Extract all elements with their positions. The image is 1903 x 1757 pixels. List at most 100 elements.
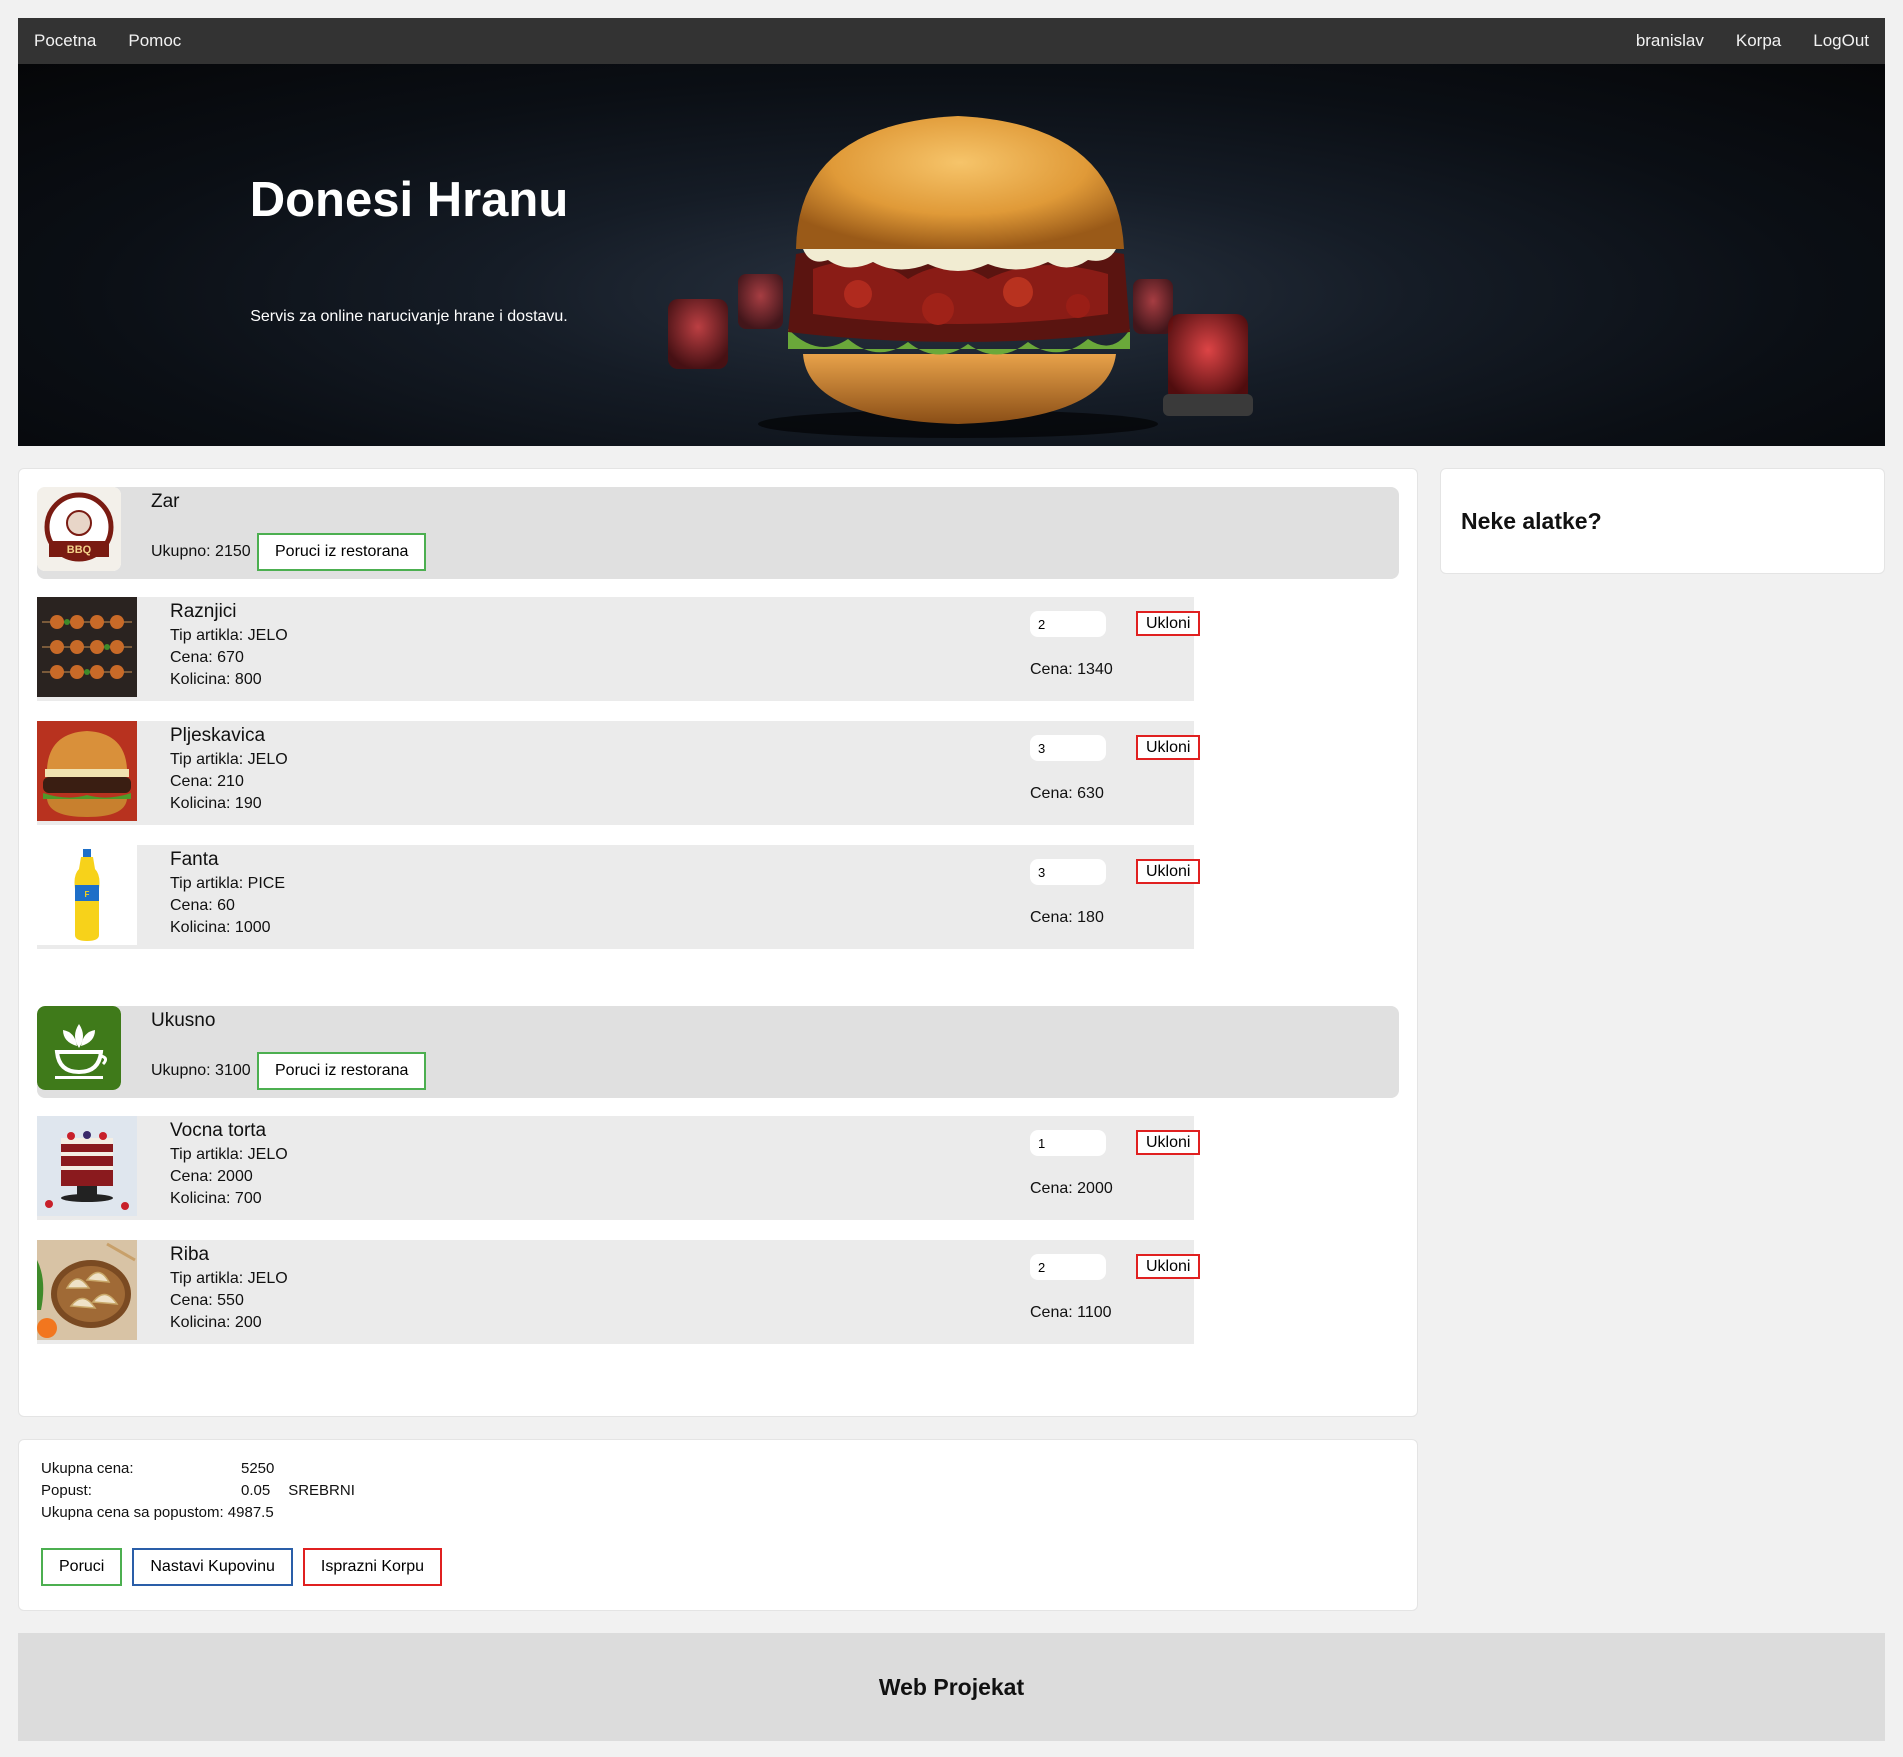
total-value: 3100: [215, 1062, 251, 1079]
price-value: 60: [217, 897, 235, 914]
quantity-input[interactable]: [1030, 611, 1106, 637]
amount-value: 700: [234, 1190, 262, 1207]
left-column: BBQ Zar Ukupno: 2150 Poruci iz restorana: [18, 468, 1418, 1611]
remove-item-button[interactable]: Ukloni: [1136, 611, 1201, 636]
green-cup-logo-icon: [37, 1006, 121, 1090]
tools-panel: Neke alatke?: [1440, 468, 1885, 574]
price-value: 670: [217, 649, 244, 666]
nav-link-korpa[interactable]: Korpa: [1720, 18, 1797, 64]
amount-label: Kolicina:: [170, 1314, 235, 1331]
discount-value: 0.05 SREBRNI: [241, 1482, 355, 1499]
discounted-total-label: Ukupna cena sa popustom:: [41, 1504, 224, 1521]
nav-link-pocetna[interactable]: Pocetna: [18, 18, 112, 64]
type-label: Tip artikla:: [170, 1146, 248, 1163]
tools-title: Neke alatke?: [1461, 507, 1602, 534]
continue-shopping-button[interactable]: Nastavi Kupovinu: [132, 1548, 293, 1586]
item-type: Tip artikla: JELO: [170, 751, 288, 769]
order-summary: Ukupna cena: 5250 Popust: 0.05 SREBRNI Uk…: [18, 1439, 1418, 1611]
item-type: Tip artikla: JELO: [170, 1146, 288, 1164]
price-label: Cena:: [170, 773, 218, 790]
restaurant-total: Ukupno: 3100: [151, 1062, 251, 1080]
fanta-bottle-photo: F: [37, 845, 137, 945]
type-value: JELO: [247, 1146, 288, 1163]
type-value: JELO: [247, 1270, 288, 1287]
item-type: Tip artikla: PICE: [170, 875, 285, 893]
item-name: Vocna torta: [170, 1120, 267, 1141]
restaurant-name: Ukusno: [151, 1010, 216, 1031]
amount-label: Kolicina:: [170, 919, 235, 936]
quantity-input[interactable]: [1030, 1254, 1106, 1280]
cake-photo: [37, 1116, 137, 1216]
restaurant-total: Ukupno: 2150: [151, 543, 251, 561]
item-name: Riba: [170, 1244, 210, 1265]
line-price-value: 630: [1077, 785, 1104, 802]
item-amount: Kolicina: 200: [170, 1314, 262, 1332]
empty-cart-button[interactable]: Isprazni Korpu: [302, 1548, 443, 1586]
amount-value: 200: [234, 1314, 262, 1331]
line-price-value: 180: [1077, 909, 1104, 926]
nav-right: branislav Korpa LogOut: [1620, 18, 1885, 64]
quantity-input[interactable]: [1030, 1130, 1106, 1156]
item-type: Tip artikla: JELO: [170, 1270, 288, 1288]
total-label: Ukupno:: [151, 1062, 216, 1079]
right-column: Neke alatke?: [1440, 468, 1885, 1611]
remove-item-button[interactable]: Ukloni: [1136, 859, 1201, 884]
line-price-label: Cena:: [1030, 1304, 1078, 1321]
amount-value: 800: [234, 671, 262, 688]
item-amount: Kolicina: 190: [170, 795, 262, 813]
item-type: Tip artikla: JELO: [170, 627, 288, 645]
total-label: Ukupno:: [151, 543, 216, 560]
dumplings-photo: [37, 1240, 137, 1340]
quantity-input[interactable]: [1030, 859, 1106, 885]
amount-label: Kolicina:: [170, 671, 235, 688]
type-label: Tip artikla:: [170, 627, 248, 644]
price-value: 2000: [217, 1168, 253, 1185]
restaurant-name: Zar: [151, 491, 180, 512]
price-label: Cena:: [170, 897, 218, 914]
item-amount: Kolicina: 800: [170, 671, 262, 689]
cart-item: Pljeskavica Tip artikla: JELO Cena: 210 …: [37, 721, 1201, 825]
item-name: Pljeskavica: [170, 725, 266, 746]
hero-banner: Donesi Hranu Servis za online narucivanj…: [18, 64, 1885, 446]
page: Pocetna Pomoc branislav Korpa LogOut Don…: [18, 18, 1885, 1741]
type-label: Tip artikla:: [170, 1270, 248, 1287]
top-navbar: Pocetna Pomoc branislav Korpa LogOut: [18, 18, 1885, 64]
item-price: Cena: 210: [170, 773, 244, 791]
price-label: Cena:: [170, 1168, 218, 1185]
nav-link-user[interactable]: branislav: [1620, 18, 1720, 64]
cart-item: Riba Tip artikla: JELO Cena: 550 Kolicin…: [37, 1240, 1201, 1344]
discounted-total: Ukupna cena sa popustom: 4987.5: [41, 1504, 274, 1521]
svg-text:BBQ: BBQ: [67, 544, 92, 556]
nav-link-pomoc[interactable]: Pomoc: [112, 18, 197, 64]
item-amount: Kolicina: 1000: [170, 919, 271, 937]
item-price: Cena: 670: [170, 649, 244, 667]
burger-photo: [37, 721, 137, 821]
remove-item-button[interactable]: Ukloni: [1136, 1254, 1201, 1279]
type-label: Tip artikla:: [170, 875, 248, 892]
price-label: Cena:: [170, 1292, 218, 1309]
remove-item-button[interactable]: Ukloni: [1136, 1130, 1201, 1155]
amount-label: Kolicina:: [170, 795, 235, 812]
item-name: Raznjici: [170, 601, 237, 622]
item-price: Cena: 2000: [170, 1168, 253, 1186]
item-price: Cena: 60: [170, 897, 235, 915]
footer: Web Projekat: [18, 1633, 1885, 1741]
type-value: JELO: [247, 751, 288, 768]
restaurant-header: Ukusno Ukupno: 3100 Poruci iz restorana: [37, 1006, 1399, 1098]
quantity-input[interactable]: [1030, 735, 1106, 761]
amount-value: 190: [234, 795, 262, 812]
content-row: BBQ Zar Ukupno: 2150 Poruci iz restorana: [18, 468, 1885, 1611]
order-from-restaurant-button[interactable]: Poruci iz restorana: [257, 533, 427, 571]
cart-item: Raznjici Tip artikla: JELO Cena: 670 Kol…: [37, 597, 1201, 701]
svg-text:F: F: [85, 890, 90, 899]
cart-item: Vocna torta Tip artikla: JELO Cena: 2000…: [37, 1116, 1201, 1220]
line-price: Cena: 2000: [1030, 1180, 1113, 1198]
customer-tier: SREBRNI: [288, 1482, 355, 1499]
discounted-total-value: 4987.5: [227, 1504, 274, 1521]
discount-rate: 0.05: [241, 1482, 271, 1499]
order-from-restaurant-button[interactable]: Poruci iz restorana: [257, 1052, 427, 1090]
remove-item-button[interactable]: Ukloni: [1136, 735, 1201, 760]
nav-link-logout[interactable]: LogOut: [1797, 18, 1885, 64]
footer-title: Web Projekat: [878, 1673, 1025, 1700]
order-button[interactable]: Poruci: [41, 1548, 123, 1586]
